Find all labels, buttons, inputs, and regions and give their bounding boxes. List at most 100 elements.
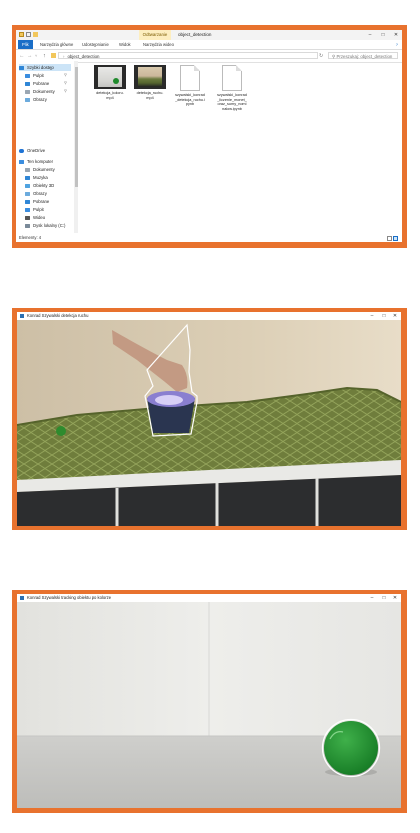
explorer-titlebar: Odtwarzanie object_detection – □ ✕ <box>16 30 402 40</box>
green-ball <box>324 721 378 775</box>
cloud-icon <box>19 148 24 153</box>
close-button[interactable]: ✕ <box>390 30 402 40</box>
video-thumbnail <box>94 65 126 89</box>
file-item-notebook[interactable]: szywalski_konrad _detekcja_ruchu.i pynb <box>172 65 208 107</box>
file-name-line: szywalski_konrad <box>175 93 205 97</box>
minimize-button[interactable]: – <box>364 30 376 40</box>
file-name-line: nalow.ipynb <box>222 106 242 111</box>
search-placeholder: Przeszukaj: object_detection <box>336 54 393 59</box>
nav-item-label: Pobrane <box>33 81 50 86</box>
file-item-video[interactable]: detekcja_ruchu. mp4 <box>132 65 168 100</box>
tab-file[interactable]: Plik <box>18 40 33 49</box>
help-icon[interactable]: ? <box>396 40 398 49</box>
nav-item-documents[interactable]: Dokumenty <box>25 88 55 95</box>
item-count: Elementy: 4 <box>19 235 42 240</box>
nav-item-downloads[interactable]: Pobrane <box>25 80 49 87</box>
search-input[interactable]: ⚲ Przeszukaj: object_detection <box>328 52 398 59</box>
window-titlebar: Konrad Szywalski tracking obiektu po kol… <box>17 594 401 602</box>
address-path: object_detection <box>67 54 100 59</box>
nav-item-music[interactable]: Muzyka <box>25 174 48 181</box>
documents-icon <box>25 167 30 172</box>
motion-detection-window: Konrad Szywalski detekcja ruchu – □ ✕ <box>17 312 401 526</box>
nav-item-videos[interactable]: Wideo <box>25 214 45 221</box>
color-tracking-image <box>17 602 401 808</box>
nav-item-label: Pulpit <box>33 73 44 78</box>
file-name-line: mp4 <box>106 95 114 100</box>
app-icon <box>20 596 24 600</box>
nav-item-this-pc[interactable]: Ten komputer <box>19 158 53 165</box>
file-name-line: mp4 <box>146 95 154 100</box>
save-icon[interactable] <box>26 32 31 37</box>
nav-item-label: OneDrive <box>27 148 46 153</box>
nav-item-quick-access[interactable]: Szybki dostęp <box>19 64 71 71</box>
forward-arrow-icon[interactable]: → <box>27 52 33 60</box>
camera-frame <box>17 320 401 526</box>
nav-item-local-disk[interactable]: Dysk lokalny (C:) <box>25 222 75 229</box>
nav-item-label: Obiekty 3D <box>33 183 55 188</box>
refresh-icon[interactable]: ↻ <box>319 52 323 60</box>
nav-item-desktop[interactable]: Pulpit <box>25 72 44 79</box>
nav-item-label: Dysk lokalny (C:) <box>33 223 66 228</box>
chevron-down-icon[interactable]: ˅ <box>35 52 37 60</box>
color-tracking-screenshot-panel: Konrad Szywalski tracking obiektu po kol… <box>12 590 407 813</box>
pin-icon: ⚲ <box>64 72 67 77</box>
window-title: Konrad Szywalski tracking obiektu po kol… <box>27 595 112 600</box>
video-frame-preview <box>98 67 122 87</box>
app-icon <box>20 314 24 318</box>
details-view-icon[interactable] <box>387 236 392 241</box>
download-icon <box>25 199 30 204</box>
nav-item-label: Muzyka <box>33 175 48 180</box>
window-titlebar: Konrad Szywalski detekcja ruchu – □ ✕ <box>17 312 401 320</box>
window-title: object_detection <box>178 32 212 37</box>
document-icon <box>222 65 242 91</box>
tab-video-tools[interactable]: Narzędzia wideo <box>143 40 174 49</box>
new-folder-icon[interactable] <box>33 32 38 37</box>
folder-icon <box>19 32 24 37</box>
nav-scrollbar[interactable] <box>74 61 78 233</box>
pictures-icon <box>25 191 30 196</box>
maximize-button[interactable]: □ <box>377 30 389 40</box>
maximize-button[interactable]: □ <box>379 594 389 602</box>
nav-item-pictures-pc[interactable]: Obrazy <box>25 190 47 197</box>
maximize-button[interactable]: □ <box>379 312 389 320</box>
nav-item-documents-pc[interactable]: Dokumenty <box>25 166 55 173</box>
minimize-button[interactable]: – <box>367 594 377 602</box>
nav-item-label: Ten komputer <box>27 159 54 164</box>
large-icons-view-icon[interactable] <box>393 236 398 241</box>
nav-item-onedrive[interactable]: OneDrive <box>19 147 45 154</box>
file-item-video[interactable]: detekcja_koloru. mp4 <box>92 65 128 100</box>
minimize-button[interactable]: – <box>367 312 377 320</box>
address-input[interactable]: › object_detection <box>58 52 318 59</box>
pin-icon: ⚲ <box>64 88 67 93</box>
tab-view[interactable]: Widok <box>119 40 131 49</box>
scrollbar-thumb[interactable] <box>74 67 78 187</box>
nav-item-label: Obrazy <box>33 191 47 196</box>
close-button[interactable]: ✕ <box>390 594 400 602</box>
nav-item-pictures[interactable]: Obrazy <box>25 96 47 103</box>
documents-icon <box>25 89 30 94</box>
nav-item-downloads-pc[interactable]: Pobrane <box>25 198 49 205</box>
nav-item-label: Pulpit <box>33 207 44 212</box>
window-title: Konrad Szywalski detekcja ruchu <box>27 313 89 318</box>
file-list: detekcja_koloru. mp4 detekcja_ruchu. mp4… <box>80 61 402 233</box>
motion-detection-screenshot-panel: Konrad Szywalski detekcja ruchu – □ ✕ <box>12 308 407 530</box>
video-thumbnail <box>134 65 166 89</box>
tab-home[interactable]: Narzędzia główne <box>40 40 73 49</box>
ribbon-tabs: Plik Narzędzia główne Udostępnianie Wido… <box>16 40 402 50</box>
motion-detection-image <box>17 320 401 526</box>
back-arrow-icon[interactable]: ← <box>19 52 25 60</box>
file-item-notebook[interactable]: szywalski_konrad _liczenie_monet_ oraz_s… <box>214 65 250 111</box>
desktop-icon <box>25 73 30 78</box>
file-name-line: detekcja_koloru. <box>96 91 124 95</box>
up-arrow-icon[interactable]: ↑ <box>43 52 46 60</box>
close-button[interactable]: ✕ <box>390 312 400 320</box>
nav-item-desktop-pc[interactable]: Pulpit <box>25 206 44 213</box>
nav-item-label: Szybki dostęp <box>27 65 54 70</box>
nav-item-label: Obrazy <box>33 97 47 102</box>
camera-frame <box>17 602 401 808</box>
context-tab-playback[interactable]: Odtwarzanie <box>139 30 171 40</box>
tab-share[interactable]: Udostępnianie <box>82 40 109 49</box>
file-explorer-window: Odtwarzanie object_detection – □ ✕ Plik … <box>16 30 402 242</box>
nav-item-3d-objects[interactable]: Obiekty 3D <box>25 182 54 189</box>
status-bar: Elementy: 4 <box>16 233 402 242</box>
